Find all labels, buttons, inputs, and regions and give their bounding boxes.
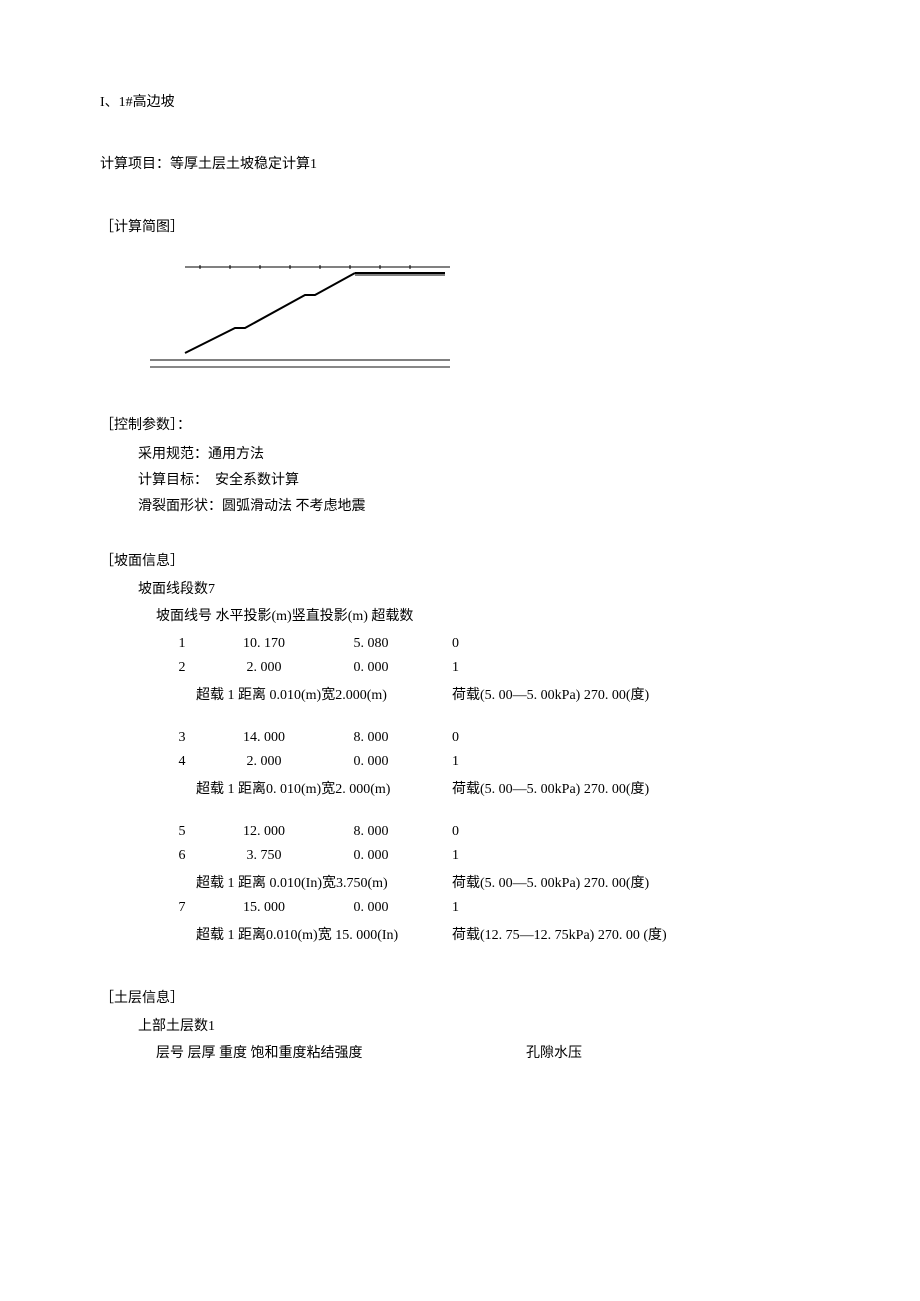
section-control-heading: ［控制参数］： bbox=[100, 415, 820, 437]
col-no: 4 bbox=[156, 750, 208, 774]
col-no: 6 bbox=[156, 844, 208, 868]
slope-table-header: 坡面线号 水平投影(m)竖直投影(m) 超载数 bbox=[100, 606, 820, 628]
col-hp: 14. 000 bbox=[208, 726, 320, 750]
overload-left: 超载 1 距离 0.010(In)宽3.750(m) bbox=[156, 868, 422, 896]
col-hp: 12. 000 bbox=[208, 820, 320, 844]
table-row-overload: 超载 1 距离 0.010(m)宽2.000(m) 荷载(5. 00—5. 00… bbox=[156, 680, 718, 708]
document-page: I、1#高边坡 计算项目：等厚土层土坡稳定计算1 ［计算简图］ bbox=[0, 0, 920, 1149]
table-row: 5 12. 000 8. 000 0 bbox=[156, 820, 718, 844]
col-vp: 0. 000 bbox=[320, 844, 422, 868]
col-ov: 1 bbox=[422, 896, 718, 920]
col-ov: 1 bbox=[422, 750, 718, 774]
slope-diagram bbox=[150, 255, 480, 375]
col-vp: 8. 000 bbox=[320, 726, 422, 750]
table-row-overload: 超载 1 距离0.010(m)宽 15. 000(In) 荷载(12. 75—1… bbox=[156, 920, 718, 948]
table-row: 4 2. 000 0. 000 1 bbox=[156, 750, 718, 774]
section-diagram-heading: ［计算简图］ bbox=[100, 217, 820, 239]
col-no: 1 bbox=[156, 632, 208, 656]
table-row: 2 2. 000 0. 000 1 bbox=[156, 656, 718, 680]
slope-count: 坡面线段数7 bbox=[100, 579, 820, 601]
col-hp: 10. 170 bbox=[208, 632, 320, 656]
soil-header: 层号 层厚 重度 饱和重度粘结强度 孔隙水压 bbox=[156, 1043, 820, 1065]
control-shape: 滑裂面形状：圆弧滑动法 不考虑地震 bbox=[100, 496, 820, 518]
col-vp: 0. 000 bbox=[320, 656, 422, 680]
overload-right: 荷载(5. 00—5. 00kPa) 270. 00(度) bbox=[422, 774, 718, 802]
soil-header-right: 孔隙水压 bbox=[526, 1043, 582, 1065]
table-row: 1 10. 170 5. 080 0 bbox=[156, 632, 718, 656]
col-vp: 8. 000 bbox=[320, 820, 422, 844]
overload-right: 荷载(12. 75—12. 75kPa) 270. 00 (度) bbox=[422, 920, 718, 948]
table-row: 7 15. 000 0. 000 1 bbox=[156, 896, 718, 920]
col-no: 2 bbox=[156, 656, 208, 680]
soil-header-left: 层号 层厚 重度 饱和重度粘结强度 bbox=[156, 1043, 363, 1065]
col-hp: 3. 750 bbox=[208, 844, 320, 868]
calc-project: 计算项目：等厚土层土坡稳定计算1 bbox=[100, 154, 820, 176]
table-row: 3 14. 000 8. 000 0 bbox=[156, 726, 718, 750]
table-row: 6 3. 750 0. 000 1 bbox=[156, 844, 718, 868]
table-row-overload: 超载 1 距离0. 010(m)宽2. 000(m) 荷载(5. 00—5. 0… bbox=[156, 774, 718, 802]
col-hp: 15. 000 bbox=[208, 896, 320, 920]
col-vp: 0. 000 bbox=[320, 896, 422, 920]
col-ov: 1 bbox=[422, 844, 718, 868]
col-vp: 0. 000 bbox=[320, 750, 422, 774]
col-vp: 5. 080 bbox=[320, 632, 422, 656]
col-hp: 2. 000 bbox=[208, 656, 320, 680]
control-spec: 采用规范：通用方法 bbox=[100, 444, 820, 466]
col-ov: 0 bbox=[422, 726, 718, 750]
section-slope-heading: ［坡面信息］ bbox=[100, 551, 820, 573]
overload-left: 超载 1 距离0. 010(m)宽2. 000(m) bbox=[156, 774, 422, 802]
col-ov: 1 bbox=[422, 656, 718, 680]
doc-title: I、1#高边坡 bbox=[100, 92, 820, 114]
slope-table: 1 10. 170 5. 080 0 2 2. 000 0. 000 1 超载 … bbox=[156, 632, 718, 948]
col-no: 5 bbox=[156, 820, 208, 844]
overload-left: 超载 1 距离0.010(m)宽 15. 000(In) bbox=[156, 920, 422, 948]
overload-right: 荷载(5. 00—5. 00kPa) 270. 00(度) bbox=[422, 680, 718, 708]
section-soil-heading: ［土层信息］ bbox=[100, 988, 820, 1010]
col-no: 3 bbox=[156, 726, 208, 750]
table-row-overload: 超载 1 距离 0.010(In)宽3.750(m) 荷载(5. 00—5. 0… bbox=[156, 868, 718, 896]
col-hp: 2. 000 bbox=[208, 750, 320, 774]
overload-left: 超载 1 距离 0.010(m)宽2.000(m) bbox=[156, 680, 422, 708]
col-ov: 0 bbox=[422, 820, 718, 844]
col-no: 7 bbox=[156, 896, 208, 920]
col-ov: 0 bbox=[422, 632, 718, 656]
soil-count: 上部土层数1 bbox=[100, 1016, 820, 1038]
overload-right: 荷载(5. 00—5. 00kPa) 270. 00(度) bbox=[422, 868, 718, 896]
slope-diagram-svg bbox=[150, 255, 480, 375]
control-target: 计算目标： 安全系数计算 bbox=[100, 470, 820, 492]
